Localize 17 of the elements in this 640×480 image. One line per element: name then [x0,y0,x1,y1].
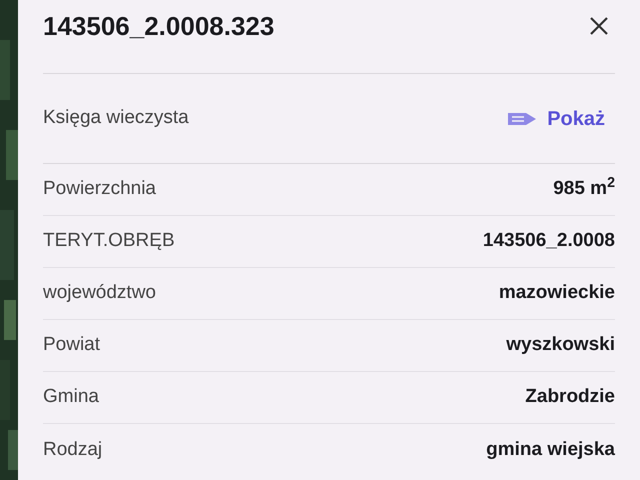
row-value: gmina wiejska [486,438,615,462]
row-value: 143506_2.0008 [482,229,615,254]
row-value: wyszkowski [506,333,615,358]
row-label: Powiat [43,333,100,358]
ticket-icon [507,110,538,126]
show-button[interactable]: Pokaż [497,98,615,140]
close-icon [588,15,610,37]
row-label: Księga wieczysta [43,106,189,130]
row-label: Powierzchnia [43,177,156,202]
row-label: Rodzaj [43,438,102,462]
row-value: mazowieckie [498,281,615,306]
panel-title: 143506_2.0008.323 [43,10,274,42]
row-label: TERYT.OBRĘB [43,229,175,254]
row-value: Zabrodzie [525,385,615,410]
row-label: Gmina [43,385,99,410]
row-value: 985 m$^{2}$ [553,175,615,202]
row-label: województwo [43,281,156,306]
